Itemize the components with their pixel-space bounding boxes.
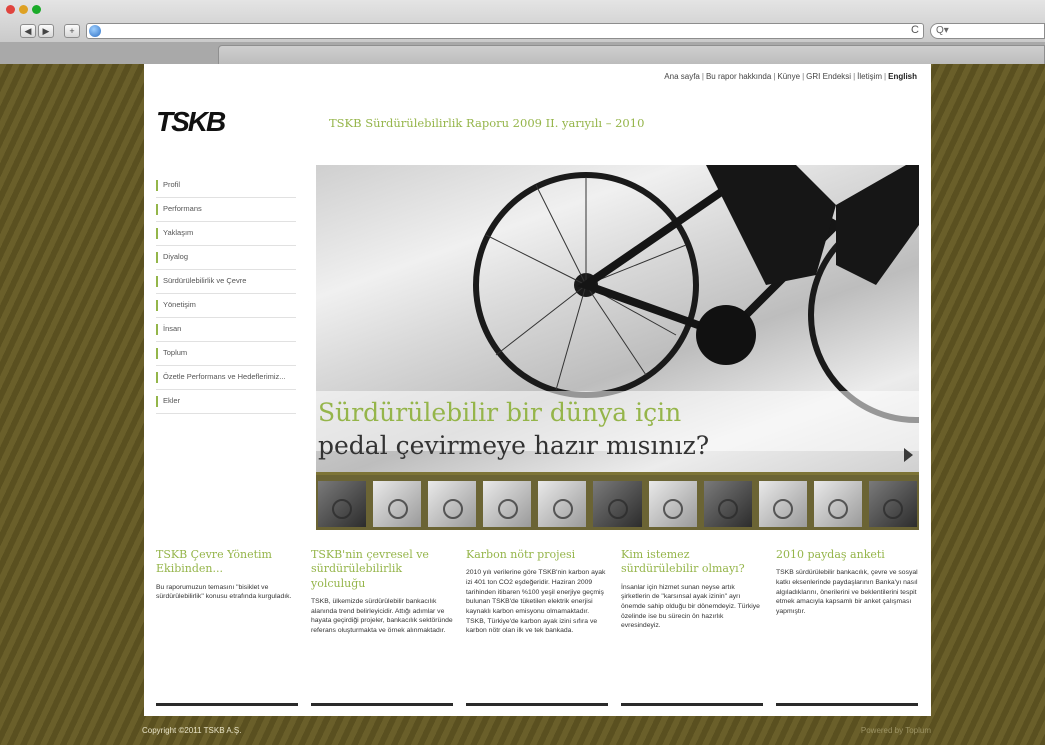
sidebar-item-cevre[interactable]: Sürdürülebilirlik ve Çevre: [156, 270, 296, 294]
footer-copyright: Copyright ©2011 TSKB A.Ş.: [142, 726, 242, 735]
search-icon: Q▾: [936, 25, 949, 36]
sidebar-item-insan[interactable]: İnsan: [156, 318, 296, 342]
column-survey: 2010 paydaş anketi TSKB sürdürülebilir b…: [776, 544, 918, 706]
thumbnail-5[interactable]: [538, 481, 587, 527]
add-bookmark-button[interactable]: +: [64, 24, 80, 38]
column-title[interactable]: TSKB Çevre Yönetim Ekibinden...: [156, 548, 298, 577]
sidebar-item-performans[interactable]: Performans: [156, 198, 296, 222]
column-divider: [311, 703, 453, 706]
column-body: İnsanlar için hizmet sunan neyse artık ş…: [621, 583, 760, 630]
thumbnail-4[interactable]: [483, 481, 532, 527]
window-controls: [6, 5, 41, 14]
address-bar[interactable]: C: [86, 23, 924, 39]
column-body: 2010 yılı verilerine göre TSKB'nin karbo…: [466, 569, 606, 635]
nav-link-english[interactable]: English: [888, 72, 917, 81]
thumbnail-strip: [316, 472, 919, 530]
column-divider: [776, 703, 918, 706]
sidebar-item-yonetisim[interactable]: Yönetişim: [156, 294, 296, 318]
thumbnail-2[interactable]: [373, 481, 422, 527]
nav-link-contact[interactable]: İletişim: [857, 72, 882, 81]
thumbnail-10[interactable]: [813, 481, 862, 527]
nav-link-about[interactable]: Bu rapor hakkında: [706, 72, 771, 81]
sidebar-item-diyalog[interactable]: Diyalog: [156, 246, 296, 270]
nav-link-gri[interactable]: GRI Endeksi: [806, 72, 851, 81]
column-title[interactable]: TSKB'nin çevresel ve sürdürülebilirlik y…: [311, 548, 453, 591]
column-sustainable: Kim istemez sürdürülebilir olmayı? İnsan…: [621, 544, 763, 706]
thumbnail-1[interactable]: [318, 481, 367, 527]
sidebar-item-yaklasim[interactable]: Yaklaşım: [156, 222, 296, 246]
thumbnail-11[interactable]: [868, 481, 918, 527]
column-title[interactable]: 2010 paydaş anketi: [776, 548, 918, 562]
column-environment-team: TSKB Çevre Yönetim Ekibinden... Bu rapor…: [156, 544, 298, 706]
thumbnail-7[interactable]: [648, 481, 697, 527]
hero-banner: Sürdürülebilir bir dünya için pedal çevi…: [316, 165, 919, 477]
column-divider: [621, 703, 763, 706]
tab-strip: [0, 42, 1045, 64]
footer-powered-by[interactable]: Powered by Toplum: [861, 726, 931, 735]
content-columns: TSKB Çevre Yönetim Ekibinden... Bu rapor…: [156, 544, 919, 706]
hero-headline-line1: Sürdürülebilir bir dünya için: [318, 398, 682, 427]
column-divider: [156, 703, 298, 706]
column-carbon-neutral: Karbon nötr projesi 2010 yılı verilerine…: [466, 544, 608, 706]
sidebar-item-ekler[interactable]: Ekler: [156, 390, 296, 414]
minimize-window-button[interactable]: [19, 5, 28, 14]
website: Ana sayfa | Bu rapor hakkında | Künye | GRI En…: [144, 64, 931, 716]
nav-buttons: ◀ ▶ +: [20, 24, 80, 38]
column-body: TSKB, ülkemizde sürdürülebilir bankacılı…: [311, 597, 453, 634]
column-body: TSKB sürdürülebilir bankacılık, çevre ve…: [776, 569, 918, 615]
nav-link-credits[interactable]: Künye: [777, 72, 800, 81]
active-tab[interactable]: [218, 45, 1045, 64]
browser-toolbar: ◀ ▶ + C Q▾: [0, 0, 1045, 64]
column-title[interactable]: Karbon nötr projesi: [466, 548, 608, 562]
top-nav: Ana sayfa | Bu rapor hakkında | Künye | GRI En…: [664, 72, 917, 81]
sidebar-item-ozet[interactable]: Özetle Performans ve Hedeflerimiz...: [156, 366, 296, 390]
page-title: TSKB Sürdürülebilirlik Raporu 2009 II. y…: [329, 116, 645, 130]
slider-next-arrow[interactable]: [904, 448, 913, 462]
zoom-window-button[interactable]: [32, 5, 41, 14]
globe-icon: [89, 25, 101, 37]
hero-headline-line2: pedal çevirmeye hazır mısınız?: [318, 431, 710, 460]
thumbnail-3[interactable]: [428, 481, 477, 527]
browser-search-field[interactable]: Q▾: [930, 23, 1045, 39]
back-button[interactable]: ◀: [20, 24, 36, 38]
thumbnail-6[interactable]: [593, 481, 642, 527]
close-window-button[interactable]: [6, 5, 15, 14]
column-title[interactable]: Kim istemez sürdürülebilir olmayı?: [621, 548, 763, 577]
thumbnail-9[interactable]: [758, 481, 807, 527]
column-journey: TSKB'nin çevresel ve sürdürülebilirlik y…: [311, 544, 453, 706]
tskb-logo[interactable]: TSKB: [156, 106, 226, 138]
sidebar-menu: Profil Performans Yaklaşım Diyalog Sürdü…: [156, 174, 296, 414]
reload-icon[interactable]: C: [911, 24, 919, 36]
sidebar-item-profil[interactable]: Profil: [156, 174, 296, 198]
column-body: Bu raporumuzun temasını "bisiklet ve sür…: [156, 583, 292, 601]
sidebar-item-toplum[interactable]: Toplum: [156, 342, 296, 366]
column-divider: [466, 703, 608, 706]
forward-button[interactable]: ▶: [38, 24, 54, 38]
nav-link-home[interactable]: Ana sayfa: [664, 72, 700, 81]
thumbnail-8[interactable]: [703, 481, 752, 527]
